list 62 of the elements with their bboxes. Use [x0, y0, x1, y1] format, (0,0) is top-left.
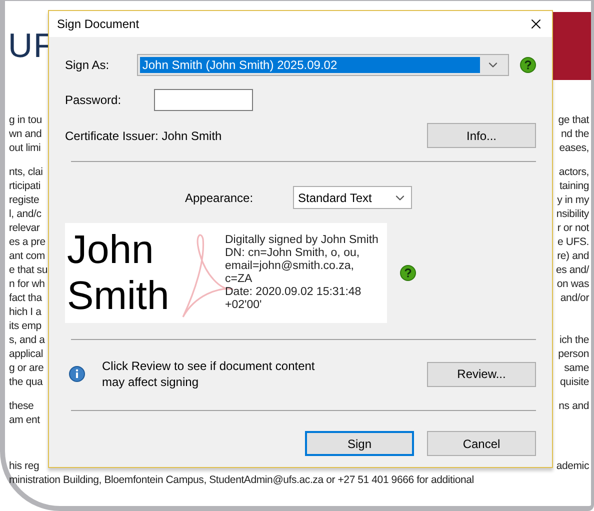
document-text: taining: [559, 179, 589, 193]
review-notice-text: Click Review to see if document content may affect signing: [102, 358, 316, 390]
document-text: out limi: [9, 141, 41, 155]
document-text: nsibility: [556, 207, 589, 221]
field-label: Password:: [65, 92, 122, 109]
document-text: fact tha: [9, 291, 42, 305]
document-text: rticipati: [9, 179, 40, 193]
document-text: l, and/c: [9, 207, 42, 221]
document-text: e that su: [9, 263, 48, 277]
document-text: relevar: [9, 221, 40, 235]
dialog-button[interactable]: Sign: [305, 431, 414, 456]
document-text: his reg: [9, 459, 40, 473]
document-text: applical: [9, 347, 44, 361]
document-text: actors,: [558, 165, 589, 179]
password-field[interactable]: [154, 89, 253, 111]
field-label: Sign As:: [65, 57, 110, 74]
appearance-dropdown[interactable]: Standard Text: [293, 186, 412, 209]
document-text: ant com: [9, 249, 45, 263]
document-text: g or are: [9, 361, 44, 375]
sign-as-dropdown[interactable]: John Smith (John Smith) 2025.09.02: [137, 54, 509, 76]
signature-details: Digitally signed by John Smith DN: cn=John Smith, o, ou, email=john@smith.co.za, c=ZA Date: 2020.09.02 15:31:48 +02'00': [225, 234, 378, 312]
help-icon[interactable]: [520, 57, 536, 73]
help-icon[interactable]: [400, 265, 416, 281]
document-text: nd the: [561, 127, 589, 141]
dialog-button[interactable]: Cancel: [427, 431, 536, 456]
document-text: s, and a: [9, 333, 45, 347]
document-text: y in my: [557, 193, 589, 207]
document-text: person: [558, 347, 589, 361]
signature-name: Smith: [67, 273, 170, 319]
document-text: es and/: [556, 263, 589, 277]
document-text: e UFS.: [558, 235, 589, 249]
document-text: n for wh: [9, 277, 45, 291]
review-button[interactable]: Review...: [427, 362, 536, 386]
signature-name: John: [67, 227, 155, 273]
document-text: es a pre: [9, 235, 46, 249]
dropdown-value: John Smith (John Smith) 2025.09.02: [140, 57, 480, 73]
document-text: ge that: [558, 113, 589, 127]
document-text: r or not: [557, 221, 589, 235]
document-text: wn and: [9, 127, 42, 141]
document-text: am ent: [9, 413, 40, 427]
document-text: on was: [556, 277, 589, 291]
window-title: Sign Document: [57, 16, 140, 33]
document-text: registe: [9, 193, 40, 207]
document-text: these: [9, 399, 34, 413]
info-button[interactable]: Info...: [427, 123, 536, 148]
document-text: nts, clai: [9, 165, 43, 179]
document-text: and/or: [560, 291, 589, 305]
document-text: ns and: [558, 399, 589, 413]
certificate-issuer-text: Certificate Issuer: John Smith: [65, 128, 222, 144]
document-text: its emp: [9, 319, 42, 333]
document-text: g in tou: [9, 113, 42, 127]
info-icon: [69, 366, 85, 382]
document-text: ademic: [556, 459, 589, 473]
document-text: eases,: [559, 141, 589, 155]
document-text: quisite: [560, 375, 589, 389]
document-text: same: [564, 361, 589, 375]
document-text: ich the: [559, 333, 589, 347]
document-text: the qua: [9, 375, 43, 389]
document-text: ministration Building, Bloemfontein Campus, StudentAdmin@ufs.ac.za or +27 51 401 9666 for additional: [9, 473, 474, 487]
document-text: re) and: [557, 249, 589, 263]
document-text: hich I a: [9, 305, 42, 319]
field-label: Appearance:: [185, 190, 254, 206]
